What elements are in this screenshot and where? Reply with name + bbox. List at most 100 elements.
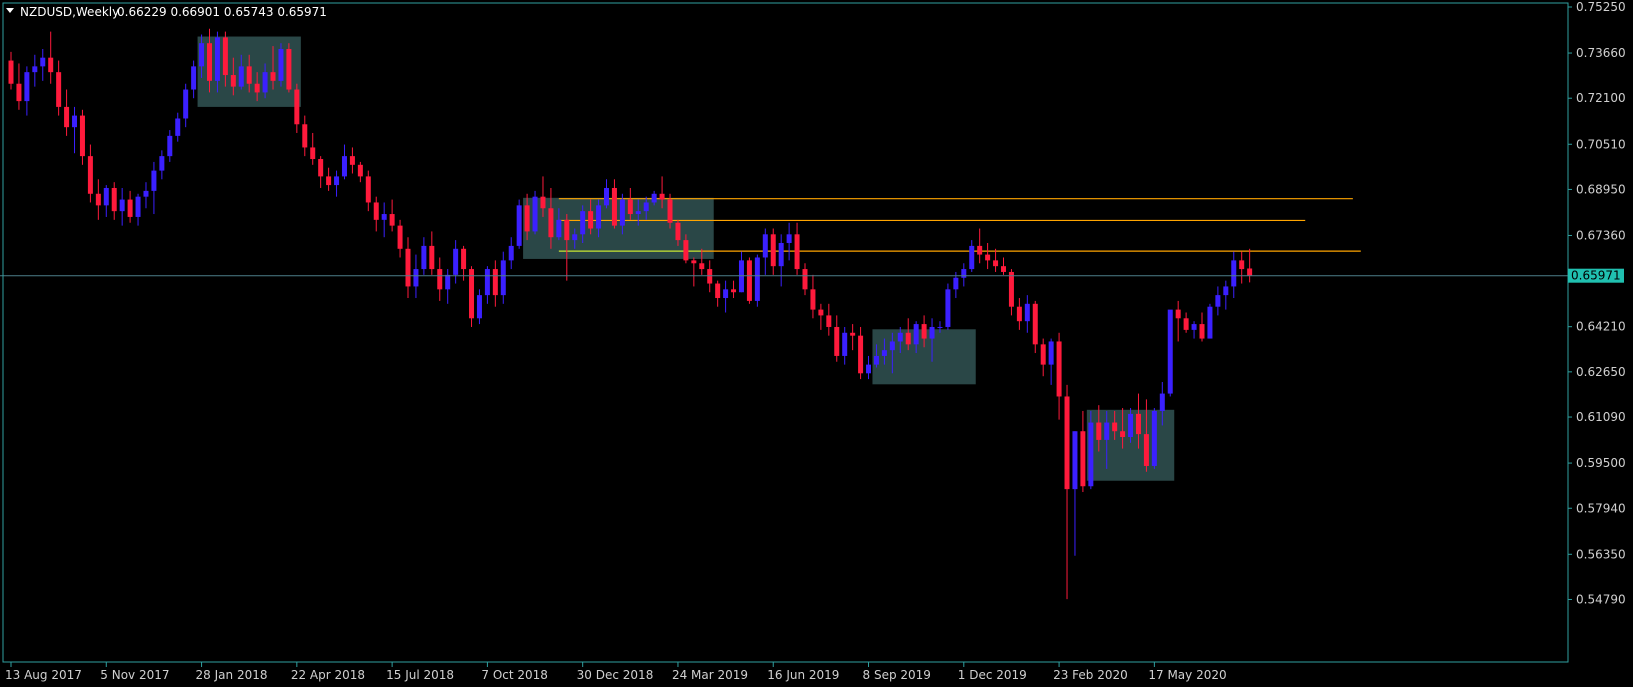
bear-candle-body: [365, 176, 371, 203]
bull-candle-body: [1159, 393, 1165, 411]
bear-candle-body: [294, 89, 300, 125]
bear-candle-body: [1096, 422, 1102, 440]
price-tick-label: 0.54790: [1576, 592, 1626, 606]
bull-candle-body: [873, 355, 879, 365]
bull-candle-body: [1231, 260, 1237, 287]
bear-candle-body: [524, 205, 530, 232]
bear-candle-body: [1112, 422, 1118, 432]
bear-candle-body: [731, 289, 737, 293]
time-tick-label: 8 Sep 2019: [863, 668, 931, 682]
bull-candle-body: [183, 89, 189, 119]
ohlc-values: 0.66229 0.66901 0.65743 0.65971: [117, 5, 327, 19]
bear-candle-body: [794, 234, 800, 270]
bear-candle-body: [437, 269, 443, 290]
bull-candle-body: [135, 196, 141, 217]
chart-canvas[interactable]: 0.75250 0.73660 0.72100 0.70510 0.68950 0.673…: [0, 0, 1633, 687]
bull-candle-body: [476, 295, 482, 319]
bull-candle-body: [754, 257, 760, 301]
bull-candle-body: [445, 274, 451, 290]
bull-candle-body: [786, 234, 792, 244]
bear-candle-body: [699, 263, 705, 270]
time-tick-label: 16 Jun 2019: [767, 668, 839, 682]
bear-candle-body: [95, 193, 101, 206]
bear-candle-body: [691, 260, 697, 264]
bear-candle-body: [850, 332, 856, 336]
bull-candle-body: [643, 202, 649, 212]
candle: [286, 43, 292, 93]
bear-candle-body: [326, 176, 332, 186]
bear-candle-body: [1183, 318, 1189, 330]
price-tick-label: 0.68950: [1576, 182, 1626, 196]
bull-candle-body: [1024, 303, 1030, 322]
candle: [746, 257, 752, 304]
bear-candle-body: [1008, 271, 1014, 307]
time-tick-label: 7 Oct 2018: [481, 668, 548, 682]
bull-candle-body: [381, 214, 387, 220]
bear-candle-body: [79, 115, 85, 157]
bull-candle-body: [619, 199, 625, 226]
bull-candle-body: [929, 326, 935, 339]
price-tick-label: 0.57940: [1576, 501, 1626, 515]
bear-candle-body: [461, 248, 467, 270]
bear-candle-body: [1135, 413, 1141, 435]
bull-candle-body: [453, 248, 459, 275]
bear-candle-body: [286, 48, 292, 90]
bear-candle-body: [564, 219, 570, 241]
price-tick-label: 0.73660: [1576, 46, 1626, 60]
bull-candle-body: [262, 72, 268, 93]
bull-candle-body: [214, 37, 220, 81]
bull-candle-body: [937, 326, 943, 328]
bear-candle-body: [127, 199, 133, 217]
bear-candle-body: [858, 335, 864, 374]
price-tick-label: 0.61090: [1576, 410, 1626, 424]
candle: [945, 283, 951, 330]
bull-candle-body: [572, 234, 578, 241]
bull-candle-body: [24, 72, 30, 102]
time-tick-label: 15 Jul 2018: [386, 668, 454, 682]
bear-candle-body: [683, 240, 689, 261]
bear-candle-body: [611, 187, 617, 226]
bull-candle-body: [32, 66, 38, 73]
bear-candle-body: [349, 156, 355, 165]
price-tick-label: 0.62650: [1576, 365, 1626, 379]
bear-candle-body: [1016, 306, 1022, 322]
bear-candle-body: [1175, 309, 1181, 319]
bull-candle-body: [1104, 422, 1110, 440]
bull-candle-body: [40, 57, 46, 67]
bear-candle-body: [834, 326, 840, 356]
bear-candle-body: [405, 248, 411, 287]
bull-candle-body: [175, 118, 181, 136]
bear-candle-body: [389, 214, 395, 226]
symbol-timeframe: NZDUSD,Weekly: [20, 5, 119, 19]
bull-candle-body: [103, 187, 109, 206]
bear-candle-body: [246, 66, 252, 84]
candle: [1088, 410, 1094, 490]
bear-candle-body: [111, 187, 117, 212]
bull-candle-body: [151, 170, 157, 191]
bear-candle-body: [8, 60, 14, 84]
bear-candle-body: [675, 222, 681, 241]
current-price-label-text: 0.65971: [1571, 269, 1621, 283]
bear-candle-body: [818, 309, 824, 316]
bull-candle-body: [1207, 306, 1213, 339]
bull-candle-body: [1088, 422, 1094, 487]
bull-candle-body: [866, 364, 872, 374]
bear-candle-body: [985, 254, 991, 261]
bear-candle-body: [1120, 431, 1126, 438]
bull-candle-body: [1151, 410, 1157, 466]
bear-candle-body: [977, 245, 983, 255]
time-tick-label: 28 Jan 2018: [196, 668, 268, 682]
bear-candle-body: [746, 260, 752, 301]
candle: [1151, 408, 1157, 469]
bull-candle-body: [191, 66, 197, 90]
bull-candle-body: [238, 66, 244, 87]
price-tick-label: 0.67360: [1576, 228, 1626, 242]
time-tick-label: 13 Aug 2017: [5, 668, 82, 682]
bear-candle-body: [254, 83, 260, 93]
bear-candle-body: [993, 260, 999, 267]
bear-candle-body: [318, 159, 324, 177]
time-tick-label: 17 May 2020: [1148, 668, 1226, 682]
bear-candle-body: [921, 324, 927, 339]
bull-candle-body: [778, 243, 784, 267]
bull-candle-body: [421, 245, 427, 270]
